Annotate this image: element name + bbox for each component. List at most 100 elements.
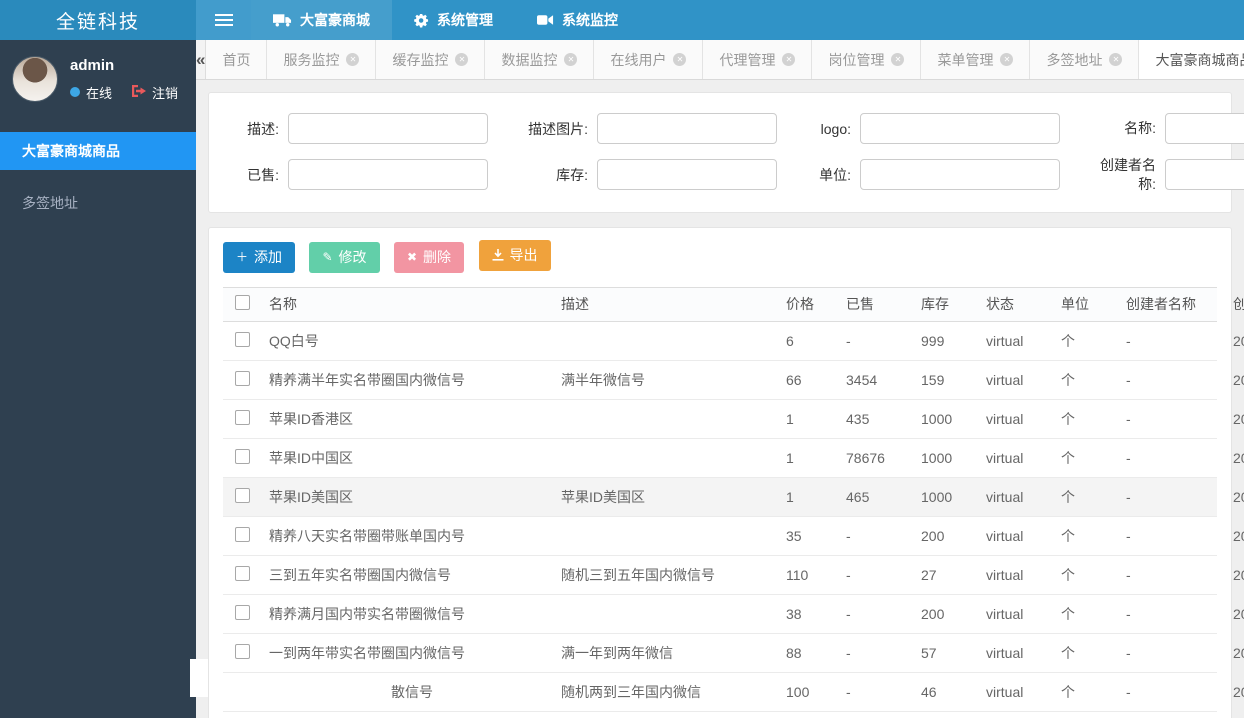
table-row[interactable]: 精养满半年实名带圈国内微信号 满半年微信号 66 3454 159 virtua… [223,360,1244,400]
row-checkbox[interactable] [235,487,250,503]
row-checkbox[interactable] [235,331,250,347]
column-header-name[interactable]: 名称 [269,294,561,314]
logo-input[interactable] [860,113,1060,144]
desc-image-input[interactable] [597,113,777,144]
table-row[interactable]: 苹果ID美国区 苹果ID美国区 1 465 1000 virtual 个 - 2… [223,477,1244,517]
table-row[interactable]: 苹果ID中国区 1 78676 1000 virtual 个 - 20 [223,438,1244,478]
cell-unit: 个 [1061,683,1075,700]
table-panel: 刀客源码网 ＋添加 ✎修改 ✖删除 导出 [208,226,1244,718]
cell-stock: 1000 [921,410,953,427]
stock-input[interactable] [597,159,777,191]
tab-close-icon[interactable]: ✕ [782,53,796,66]
tab[interactable]: 数据监控 ✕ [485,40,595,79]
cell-stock: 159 [921,371,945,388]
add-button[interactable]: ＋添加 [223,241,296,273]
column-header-desc[interactable]: 描述 [561,294,786,314]
column-header-unit[interactable]: 单位 [1061,294,1126,314]
column-header-creator[interactable]: 创建者名称 [1126,294,1233,314]
cell-name: 苹果ID美国区 [269,488,353,505]
cell-unit: 个 [1061,449,1075,466]
select-all-checkbox[interactable] [235,295,250,311]
creator-name-input[interactable] [1165,159,1244,191]
logout-link[interactable]: 注销 [152,83,178,102]
cell-created: 20 [1233,566,1244,583]
desc-input[interactable] [288,113,488,144]
column-header-price[interactable]: 价格 [786,294,846,314]
cell-unit: 个 [1061,371,1075,388]
double-chevron-left-icon: « [196,49,206,69]
row-checkbox[interactable] [235,643,250,659]
table-row[interactable]: 散信号 随机两到三年国内微信 100 - 46 virtual 个 - 20 [223,672,1244,712]
tab[interactable]: 多签地址 ✕ [1030,40,1140,79]
table-row[interactable]: QQ白号 6 - 999 virtual 个 - 20 [223,321,1244,361]
cell-creator: - [1126,566,1131,583]
name-input[interactable] [1165,113,1244,144]
tab[interactable]: 代理管理 ✕ [703,40,813,79]
unit-input[interactable] [860,159,1060,191]
edit-button[interactable]: ✎ 修改 [309,241,380,273]
tab[interactable]: 大富豪商城商品 ✕ [1139,40,1244,79]
logo-label: logo: [820,120,851,137]
cell-stock: 200 [921,527,945,544]
column-header-created[interactable]: 创 [1233,294,1244,314]
row-checkbox[interactable] [235,526,250,542]
row-checkbox[interactable] [235,370,250,386]
tab-close-icon[interactable]: ✕ [564,53,578,66]
column-header-stock[interactable]: 库存 [921,294,986,314]
row-checkbox[interactable] [235,604,250,620]
table-row[interactable]: 一到两年带实名带圈国内微信号 满一年到两年微信 88 - 57 virtual … [223,633,1244,673]
cell-creator: - [1126,410,1131,427]
top-navigation: 大富豪商城 系统管理 系统监控 [251,0,640,40]
table-row[interactable]: 苹果ID香港区 1 435 1000 virtual 个 - 20 [223,399,1244,439]
export-button[interactable]: 导出 [478,239,551,271]
cell-status: virtual [986,449,1024,466]
sidebar-menu-item[interactable]: 多签地址 [0,184,196,222]
cell-unit: 个 [1061,644,1075,661]
tab-close-icon[interactable]: ✕ [1109,53,1123,66]
table-row[interactable]: 精养满月国内带实名带圈微信号 38 - 200 virtual 个 - 20 [223,594,1244,634]
cell-status: virtual [986,371,1024,388]
tab[interactable]: 首页 ✕ [206,40,268,79]
tab[interactable]: 缓存监控 ✕ [376,40,486,79]
column-header-status[interactable]: 状态 [986,294,1061,314]
pagination: 显示第 1 到第 10 条记录，总共 15 条记录 每页显示 10 ▼ 条记录 [223,712,1217,718]
nav-item-mall[interactable]: 大富豪商城 [251,0,392,40]
tab[interactable]: 岗位管理 ✕ [812,40,922,79]
avatar[interactable] [12,56,58,102]
tab-close-icon[interactable]: ✕ [346,53,360,66]
cell-desc: 随机三到五年国内微信号 [561,566,715,583]
tab-close-icon[interactable]: ✕ [891,53,905,66]
cell-unit: 个 [1061,527,1075,544]
creator-name-label: 创建者名称: [1100,157,1156,192]
tab[interactable]: 服务监控 ✕ [267,40,377,79]
tab-label: 数据监控 [501,51,558,68]
tabs-collapse-button[interactable]: « [196,40,207,79]
table-row[interactable]: 精养八天实名带圈带账单国内号 35 - 200 virtual 个 - 20 [223,516,1244,556]
tab-close-icon[interactable]: ✕ [1000,53,1014,66]
tab[interactable]: 在线用户 ✕ [594,40,704,79]
cell-name: 一到两年带实名带圈国内微信号 [269,644,465,661]
tab-close-icon[interactable]: ✕ [673,53,687,66]
tab-close-icon[interactable]: ✕ [455,53,469,66]
tabs: 首页 ✕ 服务监控 ✕ 缓存监控 ✕ 数据监控 ✕ [206,40,1244,79]
cell-name: QQ白号 [269,332,319,349]
table-row[interactable]: 三到五年实名带圈国内微信号 随机三到五年国内微信号 110 - 27 virtu… [223,555,1244,595]
nav-item-system-management[interactable]: 系统管理 [392,0,515,40]
content: 描述: 描述图片: logo: 名称: 已售: 库存: 单位: 创建者名称: 刀… [196,80,1244,718]
sold-input[interactable] [288,159,488,191]
column-header-sold[interactable]: 已售 [846,294,921,314]
cell-sold: - [846,644,851,661]
row-checkbox[interactable] [235,565,250,581]
tab-label: 代理管理 [719,51,776,68]
sidebar-menu-item[interactable]: 大富豪商城商品 [0,132,196,170]
cell-name: 精养满半年实名带圈国内微信号 [269,371,465,388]
nav-item-system-monitor[interactable]: 系统监控 [515,0,640,40]
tab[interactable]: 菜单管理 ✕ [921,40,1031,79]
brand-logo[interactable]: 全链科技 [0,0,196,40]
delete-button[interactable]: ✖ 删除 [393,241,465,273]
tab-label: 服务监控 [283,51,340,68]
row-checkbox[interactable] [235,409,250,425]
sidebar-toggle-button[interactable] [196,0,251,40]
row-checkbox[interactable] [235,448,250,464]
sidebar-menu-item-label: 多签地址 [22,195,78,211]
